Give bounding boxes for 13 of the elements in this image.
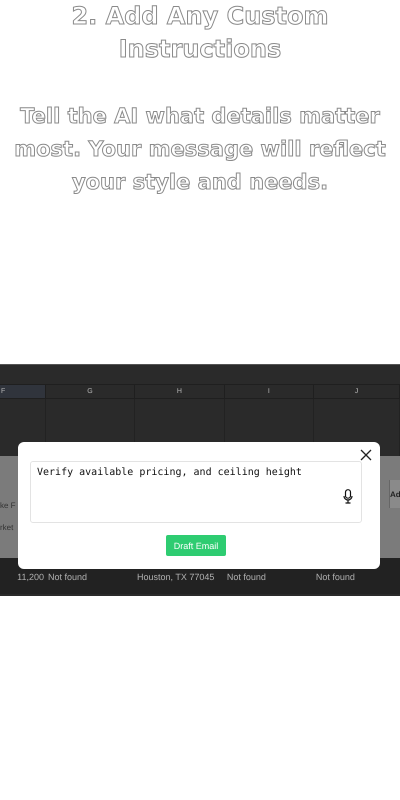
heading-title: 2. Add Any Custom Instructions	[70, 1, 330, 65]
column-header: Ad	[389, 480, 400, 508]
table-cell-text: Not found	[47, 572, 88, 582]
table-cell-text: Not found	[226, 572, 267, 582]
table-cell-text: Houston, TX 77045	[136, 572, 216, 582]
close-icon[interactable]	[360, 449, 372, 461]
heading-description: Tell the AI what details matter most. Your message will reflect your style and needs.	[13, 103, 387, 196]
table-cell: ke F	[0, 501, 16, 510]
table-cell: rket	[0, 523, 14, 532]
table-cell-text: 11,200	[16, 572, 46, 582]
microphone-icon[interactable]	[343, 489, 353, 504]
table-cell-text: Not found	[314, 572, 356, 582]
instructions-field[interactable]: Verify available pricing, and ceiling height	[30, 461, 362, 523]
